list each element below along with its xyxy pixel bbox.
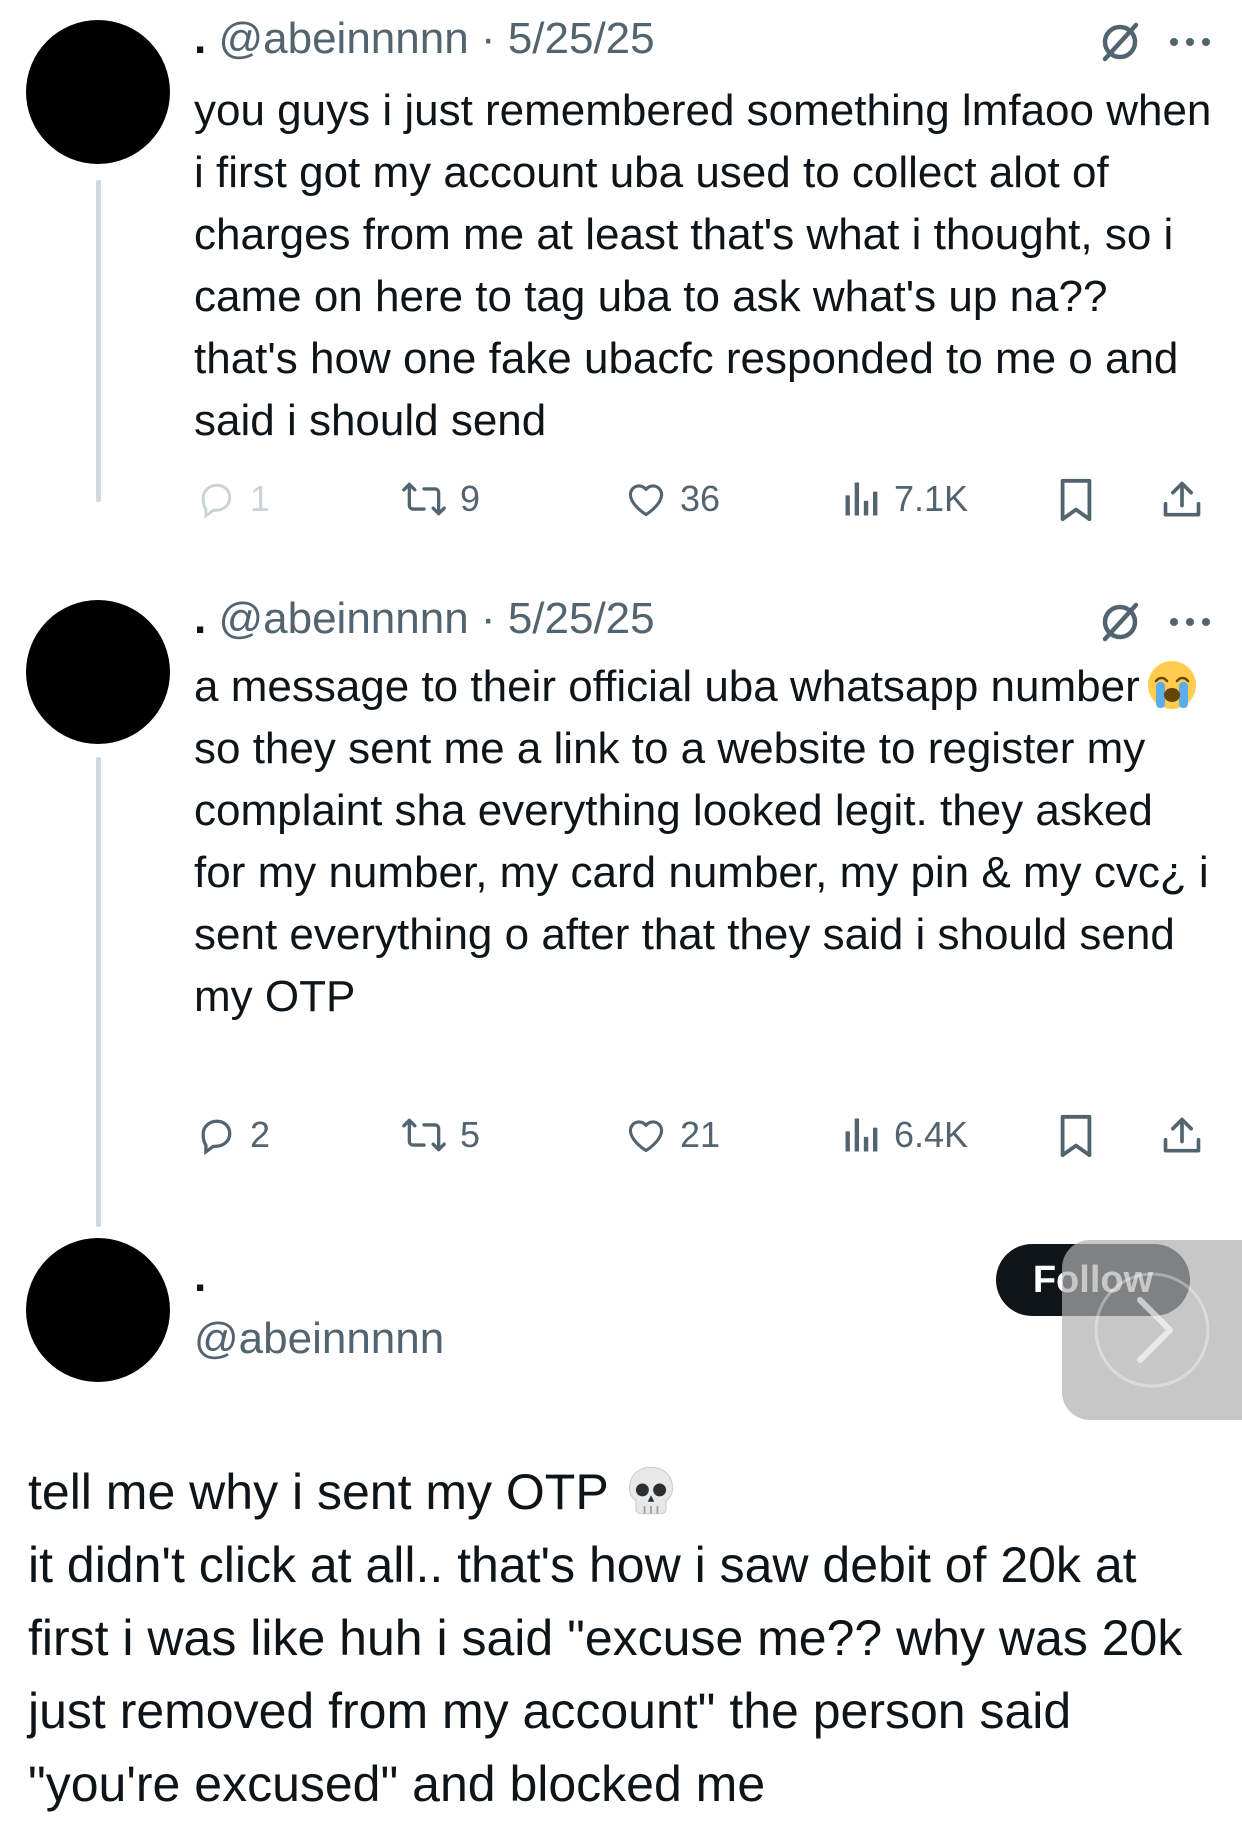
share-icon: [1163, 481, 1201, 517]
retweet-count: 9: [460, 478, 481, 519]
tweet-header: . @abeinnnnn · 5/25/25: [194, 594, 655, 644]
views-count: 6.4K: [894, 1114, 969, 1155]
share-button[interactable]: [1160, 477, 1204, 523]
retweet-count: 5: [460, 1114, 481, 1155]
bookmark-button[interactable]: [1056, 1113, 1096, 1159]
tweet-actions: 1 9 36 7.1K: [194, 477, 1214, 527]
more-icon[interactable]: [1168, 615, 1212, 634]
handle[interactable]: @abeinnnnn: [218, 594, 468, 643]
tweet-date[interactable]: 5/25/25: [508, 14, 655, 63]
reply-button[interactable]: 2: [194, 1113, 270, 1157]
views-icon: [845, 1118, 878, 1152]
heart-icon: [628, 484, 664, 517]
handle[interactable]: @abeinnnnn: [194, 1314, 444, 1364]
like-count: 36: [680, 478, 721, 519]
main-tweet-text: tell me why i sent my OTP it didn't clic…: [28, 1456, 1218, 1821]
heart-icon: [628, 1120, 664, 1153]
share-button[interactable]: [1160, 1113, 1204, 1159]
display-name[interactable]: .: [194, 14, 206, 63]
skull-emoji: [628, 1466, 673, 1515]
avatar[interactable]: [26, 600, 170, 744]
bookmark-icon: [1060, 1114, 1092, 1158]
reply-icon: [201, 483, 232, 519]
views-button[interactable]: 6.4K: [842, 1113, 968, 1157]
avatar[interactable]: [26, 20, 170, 164]
separator: ·: [480, 594, 496, 643]
reply-icon: [201, 1119, 232, 1156]
more-icon[interactable]: [1168, 35, 1212, 54]
tweet-body-part2: so they sent me a link to a website to r…: [194, 724, 1209, 1021]
reply-button[interactable]: 1: [194, 477, 270, 521]
grok-icon[interactable]: [1098, 600, 1142, 649]
like-button[interactable]: 21: [624, 1113, 720, 1157]
main-text-line1: tell me why i sent my OTP: [28, 1456, 1218, 1529]
bookmark-button[interactable]: [1056, 477, 1096, 523]
tweet-body: you guys i just remembered something lmf…: [194, 86, 1212, 445]
header-icons: [1098, 20, 1212, 69]
reply-count: 2: [250, 1114, 271, 1155]
tweet-actions: 2 5 21 6.4K: [194, 1113, 1214, 1163]
main-text-rest: it didn't click at all.. that's how i sa…: [28, 1537, 1183, 1812]
retweet-icon: [402, 1118, 446, 1152]
avatar[interactable]: [26, 1238, 170, 1382]
retweet-button[interactable]: 5: [400, 1113, 480, 1157]
views-icon: [845, 482, 878, 516]
bookmark-icon: [1060, 478, 1092, 522]
views-button[interactable]: 7.1K: [842, 477, 968, 521]
thread-line: [96, 757, 101, 1227]
main-text-first: tell me why i sent my OTP: [28, 1464, 609, 1520]
tweet-text: you guys i just remembered something lmf…: [194, 80, 1214, 452]
retweet-icon: [402, 482, 446, 516]
chevron-right-icon: [1094, 1272, 1210, 1388]
grok-icon[interactable]: [1098, 20, 1142, 69]
next-image-overlay[interactable]: [1062, 1240, 1242, 1420]
like-button[interactable]: 36: [624, 477, 720, 521]
separator: ·: [480, 14, 496, 63]
retweet-button[interactable]: 9: [400, 477, 480, 521]
handle[interactable]: @abeinnnnn: [218, 14, 468, 63]
tweet-header: . @abeinnnnn · 5/25/25: [194, 14, 655, 64]
crying-face-emoji: [1147, 661, 1196, 709]
reply-count: 1: [250, 478, 271, 519]
tweet-text: a message to their official uba whatsapp…: [194, 656, 1214, 1028]
views-count: 7.1K: [894, 478, 969, 519]
tweet-body-part1: a message to their official uba whatsapp…: [194, 662, 1140, 711]
tweet-date[interactable]: 5/25/25: [508, 594, 655, 643]
like-count: 21: [680, 1114, 721, 1155]
header-icons: [1098, 600, 1212, 649]
thread-line: [96, 180, 101, 502]
display-name[interactable]: .: [194, 1252, 206, 1302]
share-icon: [1163, 1117, 1201, 1153]
display-name[interactable]: .: [194, 594, 206, 643]
tweet-body: a message to their official uba whatsapp…: [194, 656, 1214, 1028]
